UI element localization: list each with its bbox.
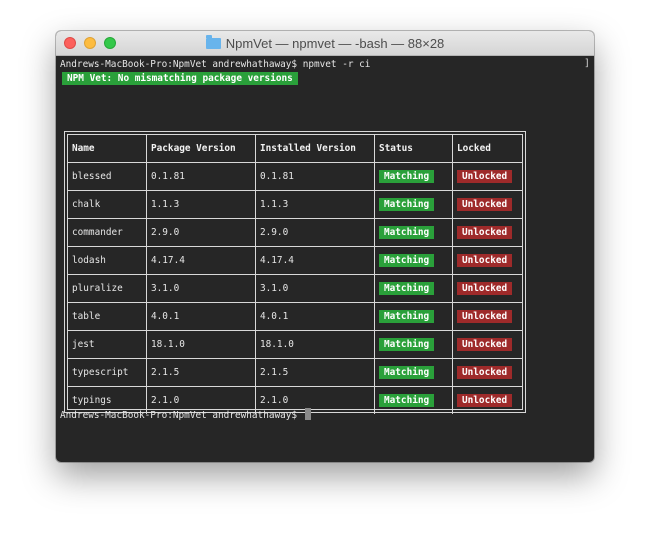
cell-status: Matching (374, 303, 452, 330)
cell-locked: Unlocked (452, 219, 526, 246)
text-cursor (304, 408, 311, 420)
cell-locked: Unlocked (452, 247, 526, 274)
table-row: jest 18.1.0 18.1.0 Matching Unlocked (68, 331, 522, 359)
cell-name: pluralize (72, 283, 123, 294)
cell-name: chalk (72, 199, 101, 210)
cell-package-version: 4.0.1 (146, 303, 255, 330)
table-row: lodash 4.17.4 4.17.4 Matching Unlocked (68, 247, 522, 275)
header-package-version: Package Version (146, 135, 255, 162)
status-badge: Matching (379, 254, 435, 267)
window-title: NpmVet — npmvet — -bash — 88×28 (225, 36, 445, 51)
cell-installed-version: 3.1.0 (255, 275, 374, 302)
cell-name: commander (72, 227, 123, 238)
cell-status: Matching (374, 247, 452, 274)
table-row: commander 2.9.0 2.9.0 Matching Unlocked (68, 219, 522, 247)
window-title-container: NpmVet — npmvet — -bash — 88×28 (56, 35, 594, 51)
locked-badge: Unlocked (457, 254, 513, 267)
cell-locked: Unlocked (452, 163, 526, 190)
table-row: pluralize 3.1.0 3.1.0 Matching Unlocked (68, 275, 522, 303)
cell-status: Matching (374, 219, 452, 246)
table-row: chalk 1.1.3 1.1.3 Matching Unlocked (68, 191, 522, 219)
shell-prompt[interactable]: Andrews-MacBook-Pro:NpmVet andrewhathawa… (60, 408, 311, 422)
cell-package-version: 4.17.4 (146, 247, 255, 274)
terminal-window: NpmVet — npmvet — -bash — 88×28 Andrews-… (56, 31, 594, 462)
status-badge: Matching (379, 366, 435, 379)
locked-badge: Unlocked (457, 338, 513, 351)
locked-badge: Unlocked (457, 170, 513, 183)
cell-name: table (72, 311, 101, 322)
cell-package-version: 2.1.5 (146, 359, 255, 386)
command-line: Andrews-MacBook-Pro:NpmVet andrewhathawa… (60, 59, 371, 70)
cell-locked: Unlocked (452, 303, 526, 330)
table-row: table 4.0.1 4.0.1 Matching Unlocked (68, 303, 522, 331)
locked-badge: Unlocked (457, 366, 513, 379)
cell-locked: Unlocked (452, 359, 526, 386)
cell-installed-version: 4.0.1 (255, 303, 374, 330)
cell-locked: Unlocked (452, 387, 526, 414)
cell-name: jest (72, 339, 95, 350)
cell-installed-version: 1.1.3 (255, 191, 374, 218)
header-status: Status (374, 135, 452, 162)
cell-status: Matching (374, 163, 452, 190)
status-badge: Matching (379, 394, 435, 407)
terminal-output[interactable]: Andrews-MacBook-Pro:NpmVet andrewhathawa… (56, 56, 594, 462)
header-locked: Locked (452, 135, 526, 162)
cell-package-version: 3.1.0 (146, 275, 255, 302)
locked-badge: Unlocked (457, 394, 513, 407)
cell-status: Matching (374, 275, 452, 302)
status-badge: Matching (379, 198, 435, 211)
table-header-row: Name Package Version Installed Version S… (68, 135, 522, 163)
title-bar[interactable]: NpmVet — npmvet — -bash — 88×28 (56, 31, 594, 56)
cell-locked: Unlocked (452, 331, 526, 358)
cell-status: Matching (374, 359, 452, 386)
status-badge: Matching (379, 226, 435, 239)
results-table: Name Package Version Installed Version S… (64, 131, 526, 414)
header-installed-version: Installed Version (255, 135, 374, 162)
status-badge: Matching (379, 338, 435, 351)
locked-badge: Unlocked (457, 310, 513, 323)
locked-badge: Unlocked (457, 282, 513, 295)
cell-installed-version: 0.1.81 (255, 163, 374, 190)
header-name: Name (72, 143, 95, 154)
cell-installed-version: 18.1.0 (255, 331, 374, 358)
cell-installed-version: 2.9.0 (255, 219, 374, 246)
cell-status: Matching (374, 191, 452, 218)
locked-badge: Unlocked (457, 198, 513, 211)
cell-installed-version: 4.17.4 (255, 247, 374, 274)
folder-icon (205, 35, 221, 49)
cell-package-version: 18.1.0 (146, 331, 255, 358)
status-badge: Matching (379, 170, 435, 183)
status-banner: NPM Vet: No mismatching package versions (62, 72, 298, 85)
scroll-marker: ] (583, 58, 590, 69)
cell-name: blessed (72, 171, 112, 182)
table-row: blessed 0.1.81 0.1.81 Matching Unlocked (68, 163, 522, 191)
results-table-inner: Name Package Version Installed Version S… (67, 134, 523, 414)
cell-name: typescript (72, 367, 129, 378)
cell-package-version: 1.1.3 (146, 191, 255, 218)
cell-installed-version: 2.1.5 (255, 359, 374, 386)
table-row: typescript 2.1.5 2.1.5 Matching Unlocked (68, 359, 522, 387)
status-badge: Matching (379, 310, 435, 323)
locked-badge: Unlocked (457, 226, 513, 239)
status-badge: Matching (379, 282, 435, 295)
cell-locked: Unlocked (452, 191, 526, 218)
cell-name: lodash (72, 255, 106, 266)
cell-package-version: 2.9.0 (146, 219, 255, 246)
prompt-text: Andrews-MacBook-Pro:NpmVet andrewhathawa… (60, 410, 298, 421)
cell-locked: Unlocked (452, 275, 526, 302)
cell-package-version: 0.1.81 (146, 163, 255, 190)
cell-status: Matching (374, 331, 452, 358)
cell-status: Matching (374, 387, 452, 414)
